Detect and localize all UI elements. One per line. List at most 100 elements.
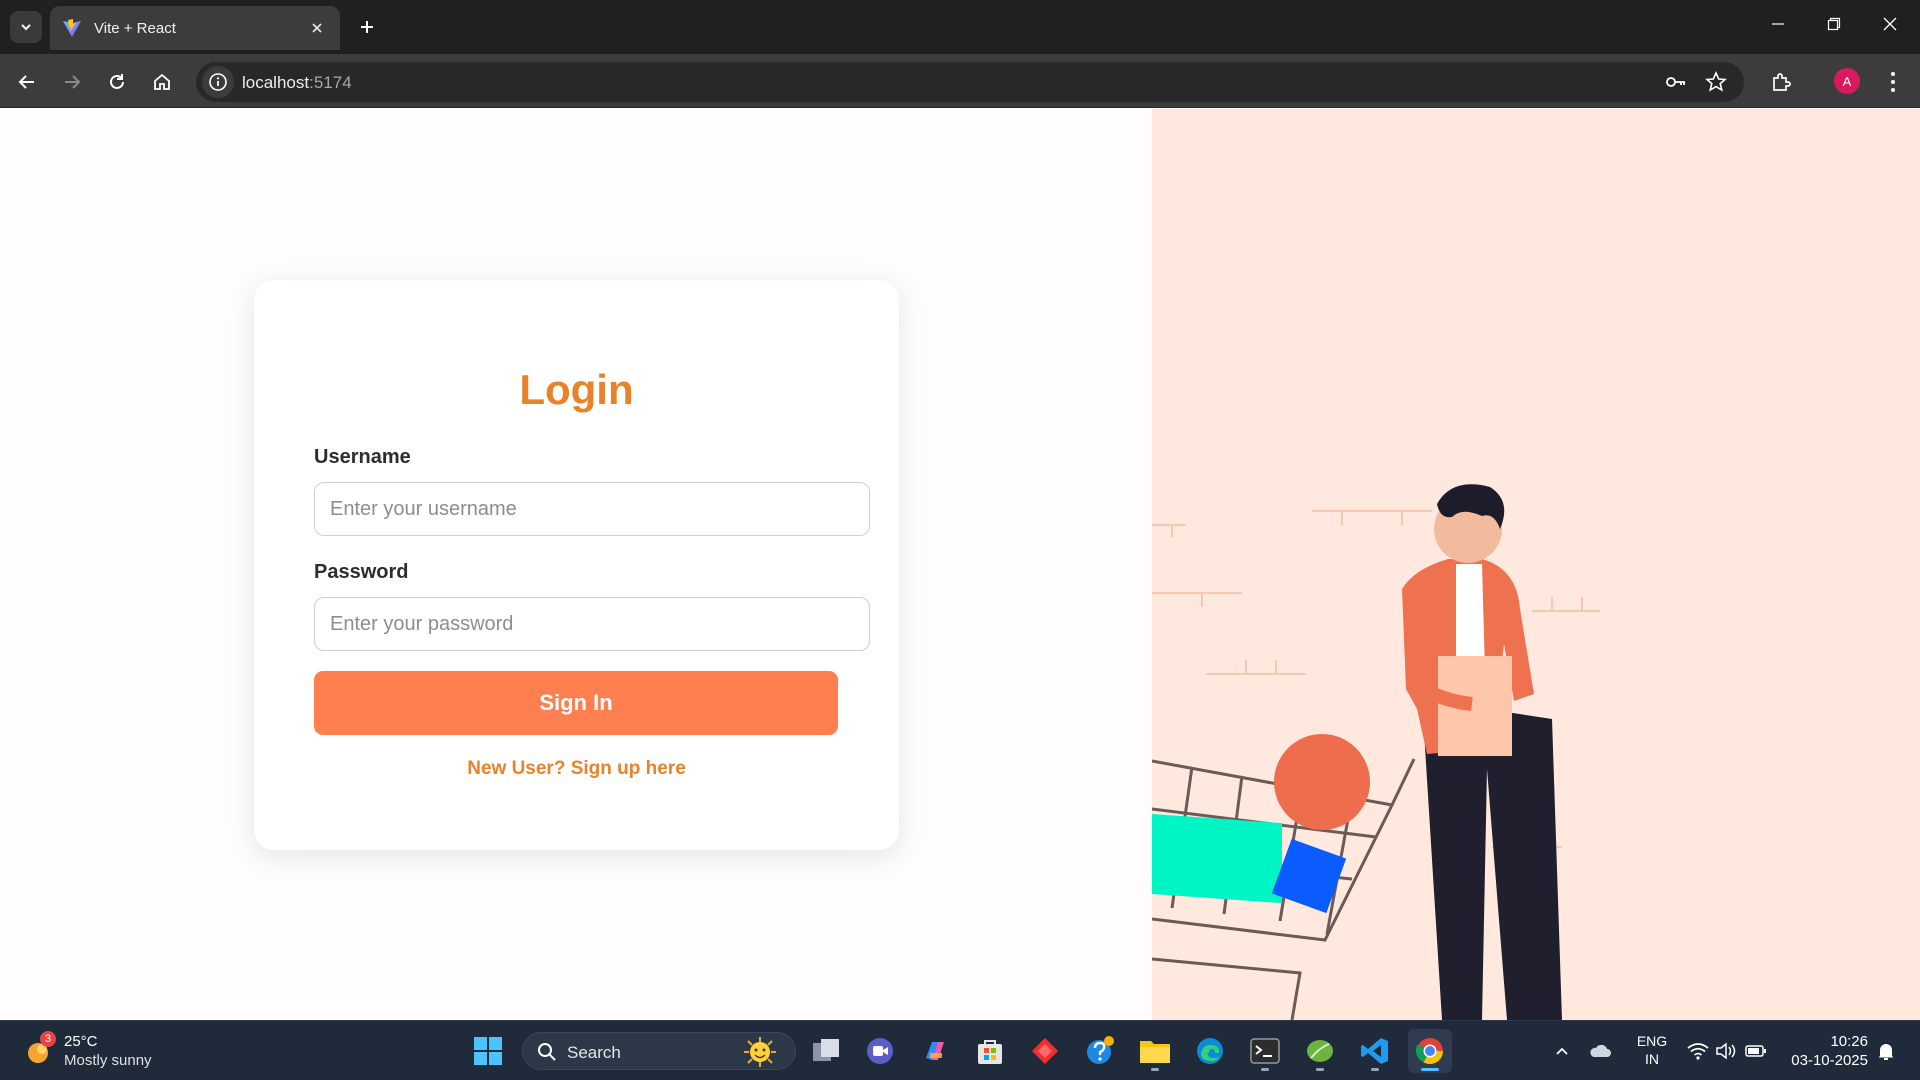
teams-meet-button[interactable]: [858, 1029, 902, 1073]
reload-button[interactable]: [100, 65, 134, 99]
weather-description: Mostly sunny: [64, 1052, 152, 1069]
battery-icon: [1745, 1045, 1766, 1057]
sign-in-button[interactable]: Sign In: [314, 671, 838, 735]
task-view-button[interactable]: [804, 1029, 848, 1073]
new-tab-button[interactable]: [352, 12, 382, 42]
copilot-button[interactable]: [913, 1029, 957, 1073]
shopping-illustration: [1152, 484, 1600, 1020]
login-title: Login: [519, 366, 634, 413]
login-card: Login Username Password Sign In New User…: [254, 280, 899, 850]
help-app-button[interactable]: [1078, 1029, 1122, 1073]
sun-face-icon: [744, 1037, 776, 1067]
browser-tab[interactable]: Vite + React: [50, 6, 340, 50]
extensions-button[interactable]: [1767, 67, 1797, 97]
file-explorer-button[interactable]: [1133, 1029, 1177, 1073]
battery-button[interactable]: [1744, 1039, 1768, 1063]
tab-title: Vite + React: [94, 19, 176, 37]
page-viewport: Login Username Password Sign In New User…: [0, 109, 1920, 1020]
key-icon: [1666, 77, 1685, 87]
username-input[interactable]: [314, 482, 870, 536]
anydesk-button[interactable]: [1023, 1029, 1067, 1073]
cloud-icon: [1590, 1044, 1611, 1057]
system-clock[interactable]: 10:26 03-10-2025: [1778, 1032, 1868, 1070]
teal-box: [1152, 814, 1282, 904]
taskbar-search[interactable]: Search: [522, 1032, 796, 1070]
windows-logo-icon: [474, 1037, 502, 1065]
running-indicator: [1421, 1068, 1439, 1071]
edge-button[interactable]: [1188, 1029, 1232, 1073]
password-input[interactable]: [314, 597, 870, 651]
address-bar[interactable]: localhost:5174: [196, 62, 1744, 102]
weather-badge: 3: [40, 1031, 56, 1047]
plus-icon: [361, 21, 373, 33]
url-port: :5174: [309, 73, 352, 92]
arrow-right-icon: [65, 75, 81, 89]
input-language[interactable]: ENG IN: [1630, 1032, 1674, 1068]
forward-button[interactable]: [55, 65, 89, 99]
weather-widget[interactable]: 3 25°C Mostly sunny: [24, 1031, 184, 1071]
password-key-button[interactable]: [1662, 68, 1690, 96]
folder-icon: [1140, 1041, 1170, 1063]
close-window-button[interactable]: [1862, 0, 1918, 48]
restore-button[interactable]: [1806, 0, 1862, 48]
browser-menu-button[interactable]: [1878, 67, 1908, 97]
username-label: Username: [314, 446, 411, 468]
start-button[interactable]: [466, 1029, 510, 1073]
back-button[interactable]: [10, 65, 44, 99]
tab-close-button[interactable]: [306, 17, 328, 39]
clock-date: 03-10-2025: [1791, 1052, 1868, 1069]
spring-tool-button[interactable]: [1298, 1029, 1342, 1073]
search-icon: [538, 1043, 556, 1061]
info-icon: [209, 73, 227, 91]
site-info-button[interactable]: [202, 66, 234, 98]
running-indicator: [1316, 1068, 1324, 1071]
help-icon: [1087, 1036, 1114, 1064]
vite-logo-icon: [63, 19, 81, 37]
url-text[interactable]: localhost:5174: [242, 73, 352, 93]
lang-code: ENG: [1636, 1033, 1668, 1049]
illustration-pane: [1152, 109, 1920, 1020]
search-label: Search: [567, 1043, 621, 1062]
running-indicator: [1151, 1068, 1159, 1071]
video-chat-icon: [867, 1038, 893, 1064]
minimize-button[interactable]: [1750, 0, 1806, 48]
chrome-button[interactable]: [1408, 1029, 1452, 1073]
orange-ball: [1274, 734, 1370, 830]
bookmark-button[interactable]: [1702, 68, 1730, 96]
wifi-button[interactable]: [1686, 1039, 1710, 1063]
terminal-button[interactable]: [1243, 1029, 1287, 1073]
home-button[interactable]: [145, 65, 179, 99]
onedrive-button[interactable]: [1588, 1039, 1612, 1063]
clock-time: 10:26: [1830, 1033, 1868, 1050]
vscode-button[interactable]: [1353, 1029, 1397, 1073]
running-indicator: [1261, 1068, 1269, 1071]
edge-icon: [1197, 1038, 1223, 1064]
puzzle-icon: [1773, 73, 1791, 91]
microsoft-store-button[interactable]: [968, 1029, 1012, 1073]
task-view-icon: [813, 1039, 839, 1061]
reload-icon: [110, 74, 124, 89]
tab-search-button[interactable]: [10, 11, 42, 43]
url-host: localhost: [242, 73, 310, 92]
star-icon: [1705, 71, 1727, 92]
notifications-button[interactable]: [1874, 1039, 1898, 1063]
terminal-icon: [1250, 1038, 1280, 1064]
minimize-icon: [1772, 23, 1784, 25]
browser-tab-bar: Vite + React: [0, 0, 1920, 54]
store-icon: [978, 1040, 1002, 1064]
chevron-up-icon: [1556, 1047, 1568, 1055]
profile-avatar[interactable]: A: [1834, 68, 1860, 94]
login-pane: Login Username Password Sign In New User…: [0, 109, 1152, 1020]
wifi-icon: [1687, 1043, 1709, 1060]
show-hidden-icons-button[interactable]: [1550, 1039, 1574, 1063]
speaker-icon: [1716, 1042, 1736, 1060]
close-icon: [312, 23, 322, 33]
taskbar: 3 25°C Mostly sunny Search ENG IN 10:26 …: [0, 1020, 1920, 1080]
volume-button[interactable]: [1714, 1039, 1738, 1063]
close-icon: [1883, 17, 1897, 31]
sign-up-link[interactable]: New User? Sign up here: [254, 758, 899, 780]
chevron-down-icon: [21, 24, 31, 31]
more-vertical-icon: [1891, 72, 1895, 92]
home-icon: [154, 73, 170, 90]
lang-region: IN: [1645, 1051, 1659, 1067]
